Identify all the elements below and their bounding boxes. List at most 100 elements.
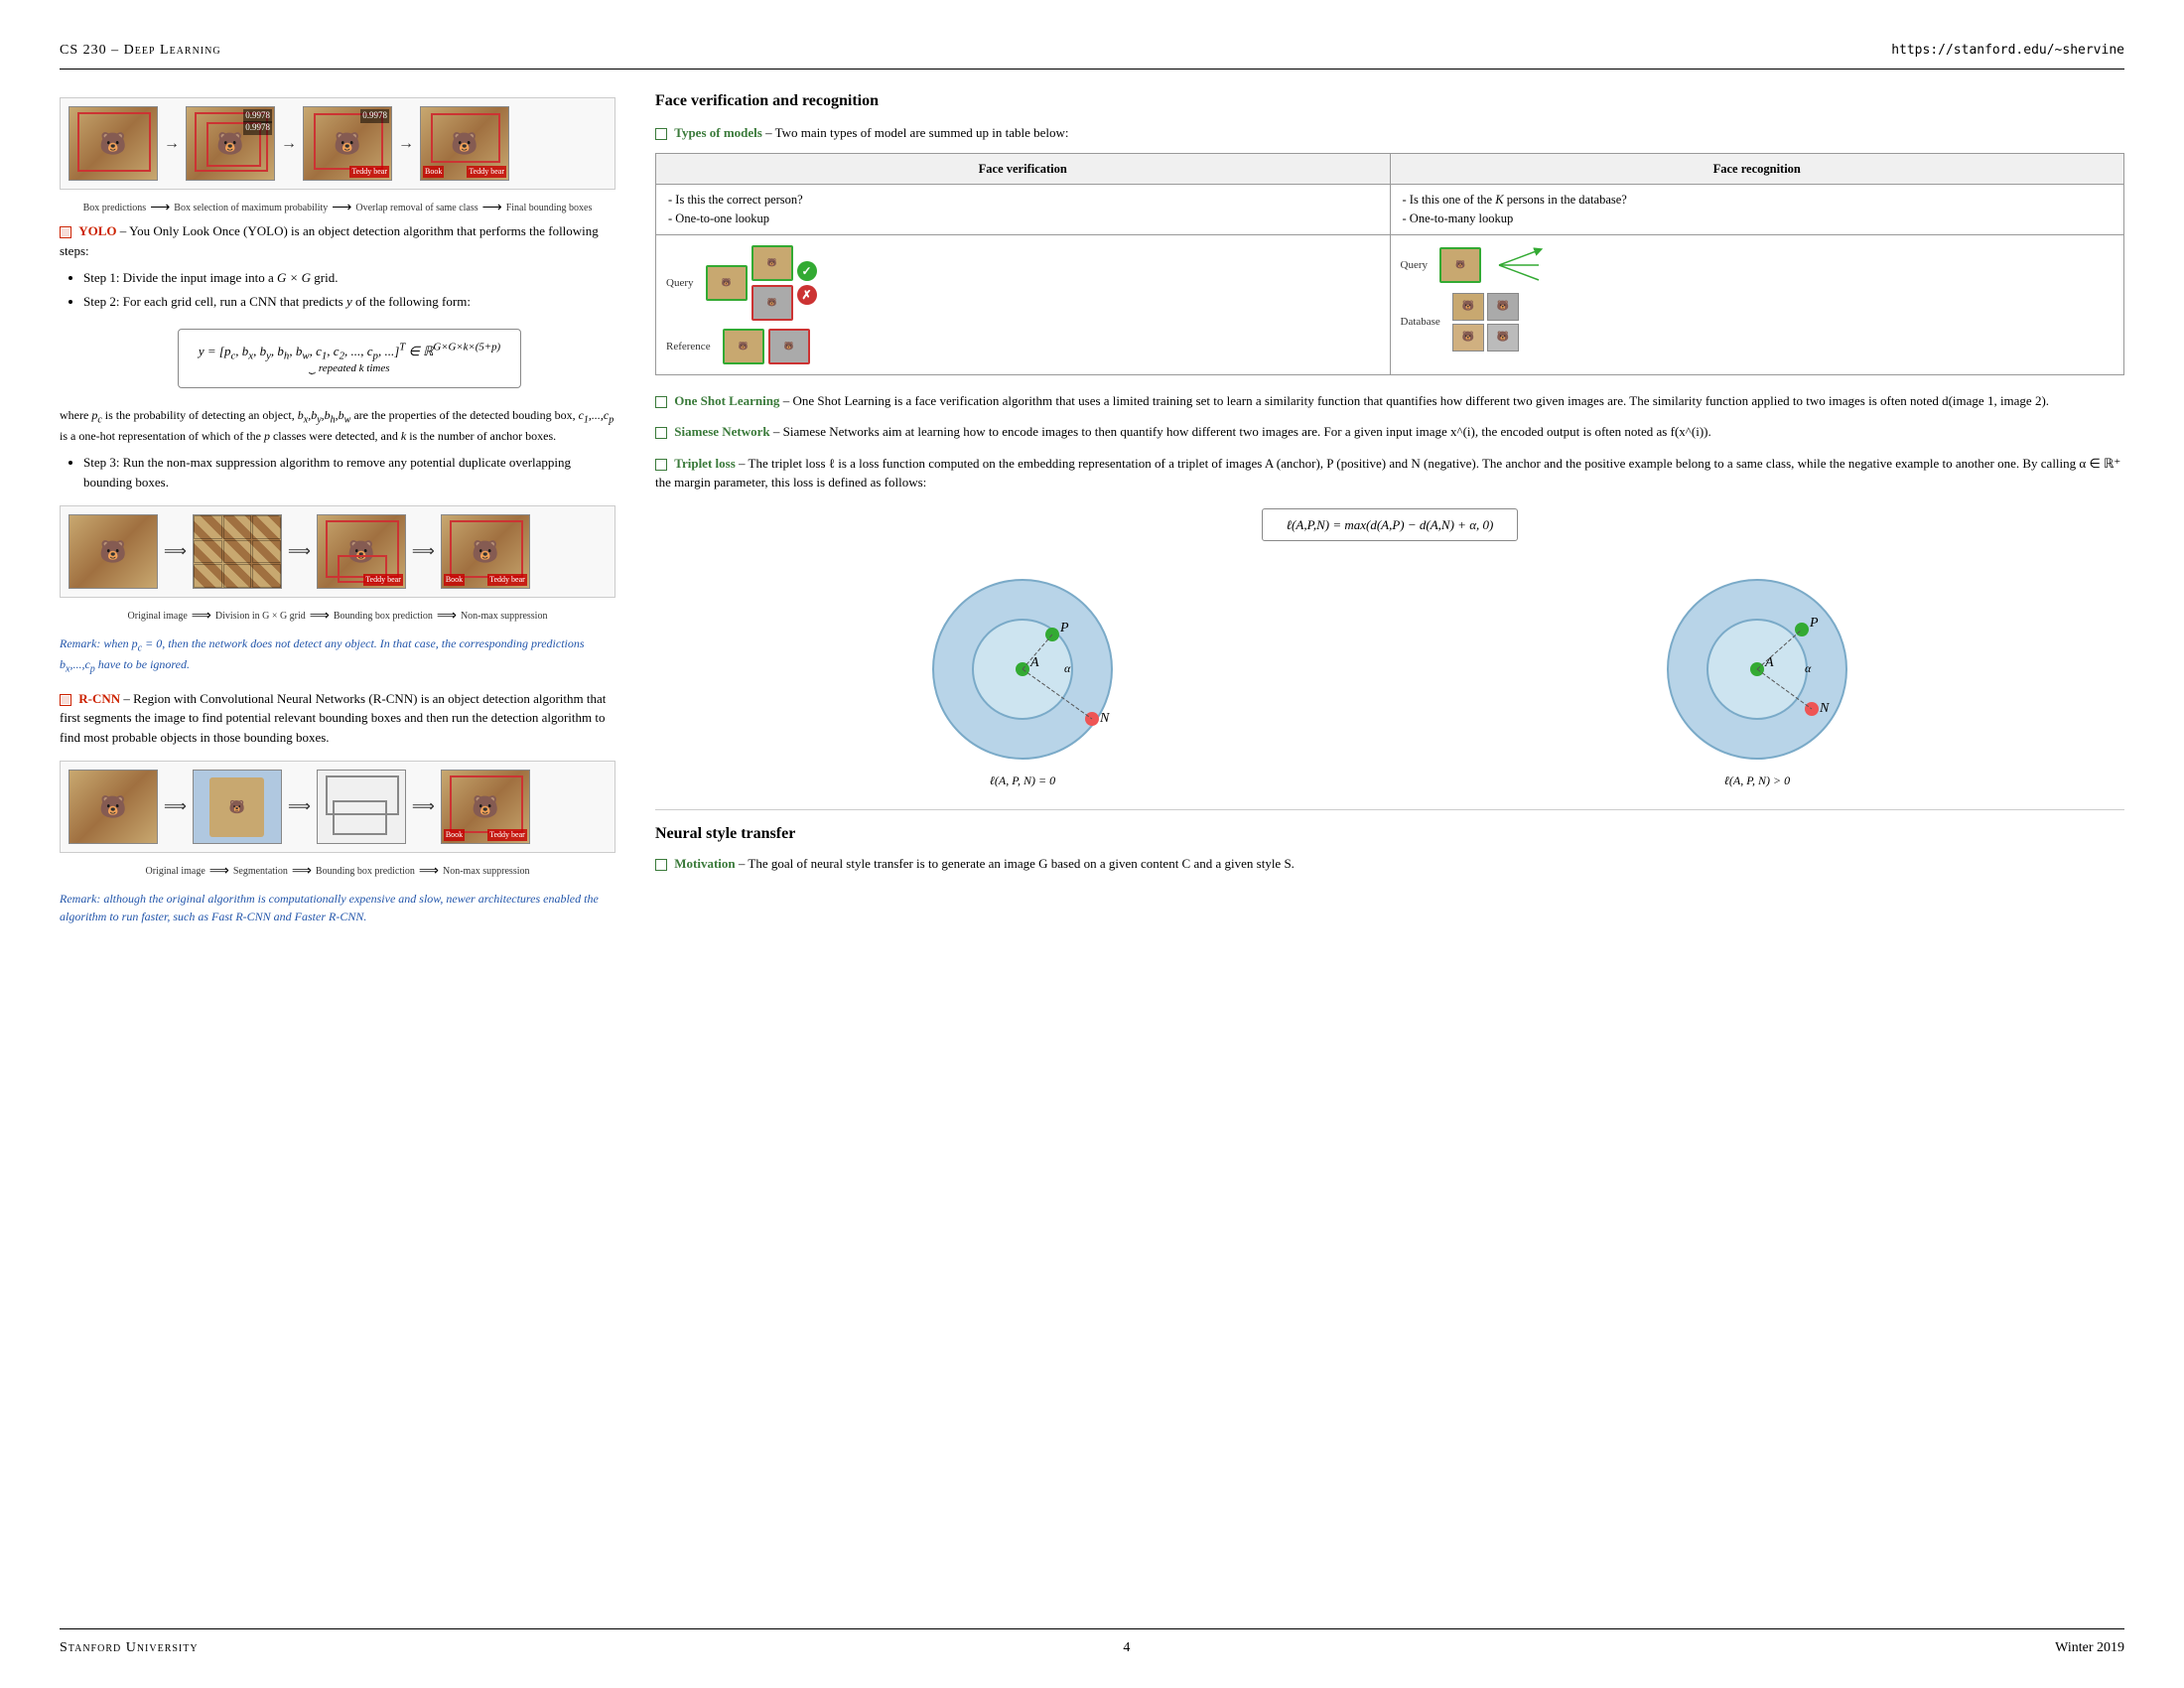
query-label-1: Query [666,275,694,292]
yolo-formula-box: y = [pc, bx, by, bh, bw, c1, c2, ..., cp… [178,329,521,388]
bear-img-2: 🐻 0.9978 0.9978 [186,106,275,181]
svg-text:A: A [1029,655,1039,670]
db-bear-1: 🐻 [1452,293,1484,321]
header: CS 230 – Deep Learning https://stanford.… [60,40,2124,70]
db-bear-4: 🐻 [1487,324,1519,352]
yolo-step-1: Step 1: Divide the input image into a G … [83,268,615,288]
s3-cap-2: Segmentation [233,864,288,879]
model-table: Face verification Face recognition - Is … [655,153,2124,375]
yolo-label: YOLO [78,223,116,238]
query-bear-3: 🐻 [751,285,793,321]
siamese-label: Siamese Network [674,424,769,439]
strip-1-caption: Box predictions ⟶ Box selection of maxim… [60,198,615,218]
types-description: – Two main types of model are summed up … [765,125,1068,140]
page: CS 230 – Deep Learning https://stanford.… [0,0,2184,1688]
s2-arr-c1: ⟹ [192,606,211,627]
ref-bear-1: 🐻 [723,329,764,364]
strip-1: 🐻 → 🐻 0.9978 0.9978 → [60,97,615,190]
yolo-step-3: Step 3: Run the non-max suppression algo… [83,453,615,492]
strip-3-caption: Original image ⟹ Segmentation ⟹ Bounding… [60,861,615,882]
triplet-svg-0: A P α N [923,565,1122,764]
one-shot-checkbox [655,396,667,408]
triplet-formula-center: ℓ(A,P,N) = max(d(A,P) − d(A,N) + α, 0) [655,500,2124,550]
one-shot-label: One Shot Learning [674,393,779,408]
s2-arr-1: ⟹ [164,540,187,564]
one-shot-block: One Shot Learning – One Shot Learning is… [655,391,2124,411]
cap-1c: Overlap removal of same class [355,201,478,215]
verify-diagram-cell: Query 🐻 🐻 🐻 ✓ [656,234,1391,374]
s3-arr-c2: ⟹ [292,861,312,882]
s3-bear-4: 🐻 Teddy bear Book [441,770,530,844]
s3-arr-2: ⟹ [288,795,311,819]
face-verification-heading: Face verification and recognition [655,89,2124,113]
strip-2-caption: Original image ⟹ Division in G × G grid … [60,606,615,627]
s3-cap-4: Non-max suppression [443,864,530,879]
s2-arr-c3: ⟹ [437,606,457,627]
cap-arr-1: ⟶ [150,198,170,218]
svg-text:P: P [1059,621,1069,635]
query-bear-1: 🐻 [706,265,748,301]
header-title: CS 230 – Deep Learning [60,40,221,61]
left-column: 🐻 → 🐻 0.9978 0.9978 → [60,89,615,937]
types-label: Types of models [674,125,762,140]
arrow-2: → [281,132,297,156]
query-bear-recog: 🐻 [1439,247,1481,283]
yolo-text: YOLO – You Only Look Once (YOLO) is an o… [60,221,615,260]
table-header-verify: Face verification [656,153,1391,185]
s3-arr-c3: ⟹ [419,861,439,882]
verify-text-cell: - Is this the correct person? - One-to-o… [656,185,1391,235]
bear-img-1: 🐻 [68,106,158,181]
one-shot-desc: – One Shot Learning is a face verificati… [783,393,2049,408]
yolo-detail: where pc is the probability of detecting… [60,406,615,445]
svg-text:N: N [1099,711,1110,726]
yolo-remark: Remark: when pc = 0, then the network do… [60,634,615,677]
check-icon-1: ✓ [797,261,817,281]
arrow-1: → [164,132,180,156]
neural-style-heading: Neural style transfer [655,809,2124,846]
table-row-text: - Is this the correct person? - One-to-o… [656,185,2124,235]
triplet-cap-0: ℓ(A, P, N) = 0 [990,772,1055,789]
database-label: Database [1401,314,1440,331]
s2-bear-1: 🐻 [68,514,158,589]
s2-arr-c2: ⟹ [310,606,330,627]
triplet-diagram-pos: A P α N ℓ(A, [1658,565,1856,789]
header-url: https://stanford.edu/~shervine [1891,41,2124,61]
siamese-checkbox [655,427,667,439]
query-label-2: Query [1401,257,1429,274]
motivation-block: Motivation – The goal of neural style tr… [655,854,2124,874]
triplet-diagrams: A P α N ℓ(A, [655,565,2124,789]
cap-1a: Box predictions [83,201,147,215]
yolo-block: YOLO – You Only Look Once (YOLO) is an o… [60,221,615,492]
triplet-svg-pos: A P α N [1658,565,1856,764]
s2-cap-4: Non-max suppression [461,609,548,624]
strip-2: 🐻 ⟹ ⟹ 🐻 [60,505,615,598]
motivation-checkbox [655,859,667,871]
siamese-desc: – Siamese Networks aim at learning how t… [773,424,1711,439]
triplet-desc: – The triplet loss ℓ is a loss function … [655,456,2120,491]
types-checkbox [655,128,667,140]
svg-text:N: N [1819,701,1830,716]
rcnn-label: R-CNN [78,691,120,706]
s3-arr-c1: ⟹ [209,861,229,882]
table-header-recog: Face recognition [1390,153,2124,185]
rcnn-block: R-CNN – Region with Convolutional Neural… [60,689,615,748]
svg-text:α: α [1064,661,1071,675]
bear-img-3: 🐻 0.9978 Teddy bear [303,106,392,181]
types-intro: Types of models – Two main types of mode… [655,123,2124,143]
recog-diagram-cell: Query 🐻 [1390,234,2124,374]
db-bear-2: 🐻 [1487,293,1519,321]
query-arrows-svg [1489,245,1549,285]
rcnn-remark: Remark: although the original algorithm … [60,890,615,925]
cap-arr-3: ⟶ [482,198,502,218]
s3-cap-1: Original image [146,864,205,879]
bear-img-4: 🐻 Teddy bear Book [420,106,509,181]
rcnn-text: R-CNN – Region with Convolutional Neural… [60,689,615,748]
footer-term: Winter 2019 [2055,1637,2124,1658]
s2-bear-3: 🐻 Teddy bear [317,514,406,589]
arrow-3: → [398,132,414,156]
rcnn-checkbox [60,694,71,706]
s2-arr-2: ⟹ [288,540,311,564]
yolo-desc: – You Only Look Once (YOLO) is an object… [60,223,599,258]
triplet-checkbox [655,459,667,471]
yolo-step-2: Step 2: For each grid cell, run a CNN th… [83,292,615,398]
